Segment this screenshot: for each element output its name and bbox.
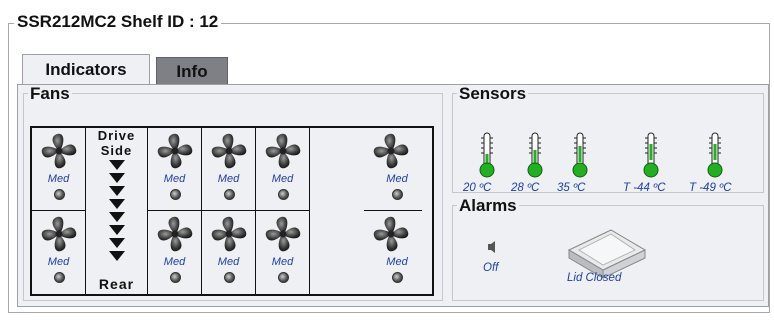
fans-grid: Drive Side Rear Med Med Med Med Med Med … — [30, 126, 434, 296]
alarms-group: Alarms Off Lid Closed — [452, 197, 764, 301]
fan-speed-label: Med — [47, 173, 70, 185]
fan-cell[interactable]: Med — [256, 128, 310, 211]
temperature-reading: T -49 ºC — [689, 182, 732, 194]
fan-speed-label: Med — [386, 256, 408, 268]
fan-cell[interactable]: Med — [256, 211, 310, 294]
fan-icon — [157, 133, 193, 169]
fan-cell[interactable]: Med — [148, 128, 202, 211]
fan-speed-label: Med — [163, 173, 186, 185]
thermometer-icon — [572, 132, 588, 178]
fan-status-led — [223, 189, 235, 200]
fan-speed-label: Med — [271, 256, 294, 268]
fan-cell[interactable]: Med — [32, 211, 86, 294]
speaker-icon[interactable] — [487, 240, 497, 254]
thermometer-icon — [707, 132, 723, 178]
fan-icon — [157, 216, 193, 252]
fan-status-led — [392, 272, 403, 283]
indicators-panel: Fans Drive Side Rear Med Med Med Med Med… — [17, 84, 769, 307]
rear-label: Rear — [98, 276, 135, 292]
shelf-title: SSR212MC2 Shelf ID : 12 — [14, 11, 222, 33]
sensors-group: Sensors 20 ºC 28 ºC 35 ºC T -44 ºC T -49 ºC — [452, 85, 764, 194]
fan-icon — [41, 216, 77, 252]
fan-cell[interactable]: Med — [202, 128, 256, 211]
alarms-title: Alarms — [457, 196, 519, 215]
fan-speed-label: Med — [217, 173, 240, 185]
fan-status-led — [53, 189, 65, 200]
fan-icon — [373, 133, 409, 169]
fan-cell[interactable]: Med — [202, 211, 256, 294]
fan-status-led — [277, 189, 289, 200]
fans-group: Fans Drive Side Rear Med Med Med Med Med… — [23, 85, 443, 301]
temperature-reading: 28 ºC — [511, 182, 540, 194]
side-label: Side — [100, 143, 133, 158]
fan-status-led — [169, 272, 181, 283]
lid-status: Lid Closed — [567, 272, 622, 284]
fan-speed-label: Med — [217, 256, 240, 268]
fan-icon — [265, 133, 301, 169]
airflow-direction: Drive Side Rear — [86, 128, 148, 294]
fan-status-led — [277, 272, 289, 283]
fan-icon — [211, 133, 247, 169]
fan-status-led — [223, 272, 235, 283]
fan-cell[interactable]: Med — [364, 211, 422, 294]
fan-status-led — [53, 272, 65, 283]
fan-cell[interactable]: Med — [364, 128, 422, 211]
fan-speed-label: Med — [271, 173, 294, 185]
fan-icon — [41, 133, 77, 169]
speaker-status: Off — [483, 262, 499, 274]
fan-cell[interactable]: Med — [32, 128, 86, 211]
fan-speed-label: Med — [163, 256, 186, 268]
sensors-title: Sensors — [457, 84, 529, 103]
fans-title: Fans — [28, 84, 72, 103]
temperature-reading: 35 ºC — [557, 182, 586, 194]
thermometer-icon — [643, 132, 659, 178]
tab-indicators[interactable]: Indicators — [22, 54, 150, 84]
fan-icon — [265, 216, 301, 252]
fan-speed-label: Med — [386, 173, 408, 185]
fan-speed-label: Med — [47, 256, 70, 268]
thermometer-icon — [527, 132, 543, 178]
fan-status-led — [169, 189, 181, 200]
fan-icon — [211, 216, 247, 252]
drive-side-label: Drive Side — [86, 128, 147, 158]
fan-icon — [373, 216, 409, 252]
tab-info[interactable]: Info — [156, 57, 228, 84]
fan-status-led — [392, 189, 403, 200]
fan-cell[interactable]: Med — [148, 211, 202, 294]
temperature-reading: 20 ºC — [463, 182, 492, 194]
temperature-reading: T -44 ºC — [623, 182, 666, 194]
airflow-arrows-icon — [109, 160, 125, 261]
thermometer-icon — [479, 132, 495, 178]
drive-label: Drive — [97, 128, 136, 143]
